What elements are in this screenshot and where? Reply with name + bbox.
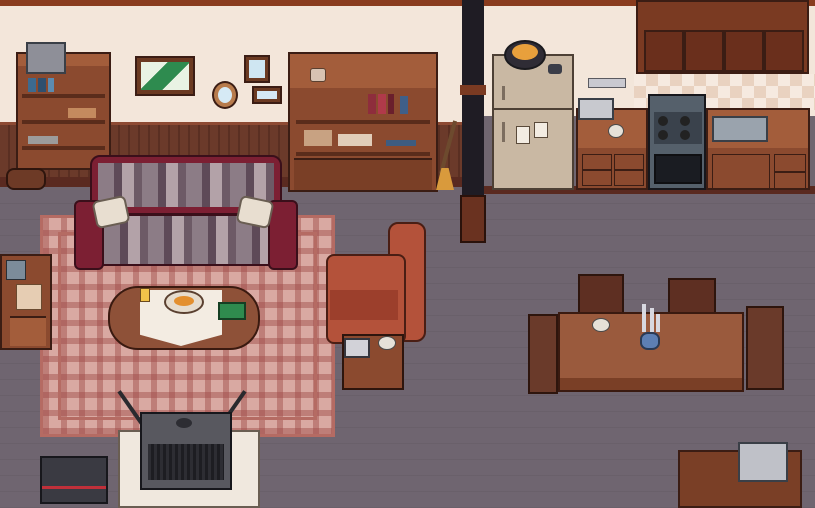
pillar-trim xyxy=(460,85,486,95)
phone-icon[interactable] xyxy=(6,260,26,280)
dining-chair-left[interactable] xyxy=(528,314,558,394)
dining-chair-back-right[interactable] xyxy=(668,278,716,314)
fruit-bowl-icon[interactable] xyxy=(164,290,204,314)
picture-frame-icon[interactable] xyxy=(244,55,270,83)
dining-chair-right[interactable] xyxy=(746,306,784,390)
flower-vase-icon[interactable] xyxy=(634,304,666,352)
picture-frame-icon[interactable] xyxy=(252,86,282,104)
cup-icon[interactable] xyxy=(608,124,624,138)
stool[interactable] xyxy=(6,168,46,190)
pillar-trim-lower xyxy=(460,195,486,243)
sink[interactable] xyxy=(712,116,768,142)
game-console[interactable] xyxy=(40,456,108,504)
note-icon xyxy=(534,122,548,138)
book-icon xyxy=(28,78,36,92)
dining-chair-back-left[interactable] xyxy=(578,274,624,314)
mirror-icon[interactable] xyxy=(212,81,238,109)
left-side-table[interactable] xyxy=(0,254,52,350)
note-icon xyxy=(516,126,530,144)
phone-icon[interactable] xyxy=(344,338,370,358)
fruit-bowl-icon[interactable] xyxy=(504,40,546,70)
gray-box[interactable] xyxy=(26,42,66,74)
cup-icon[interactable] xyxy=(548,64,562,74)
cup-icon[interactable] xyxy=(592,318,610,332)
picture-frame-icon[interactable] xyxy=(135,56,195,96)
wall-shelf xyxy=(588,78,626,88)
upper-cabinets[interactable] xyxy=(636,0,809,74)
cup-icon[interactable] xyxy=(378,336,396,350)
printer[interactable] xyxy=(738,442,788,482)
kitchen-counter-right[interactable] xyxy=(706,108,810,190)
stove[interactable] xyxy=(648,94,706,190)
game-scene xyxy=(0,0,815,508)
large-bookshelf[interactable] xyxy=(288,52,438,192)
armchair-cushion xyxy=(330,290,398,320)
toaster[interactable] xyxy=(578,98,614,120)
kitchen-counter-left[interactable] xyxy=(576,108,648,190)
cup-icon[interactable] xyxy=(140,288,150,302)
television[interactable] xyxy=(140,412,232,490)
cup-icon[interactable] xyxy=(310,68,326,82)
book-icon[interactable] xyxy=(218,302,246,320)
refrigerator[interactable] xyxy=(492,54,574,190)
